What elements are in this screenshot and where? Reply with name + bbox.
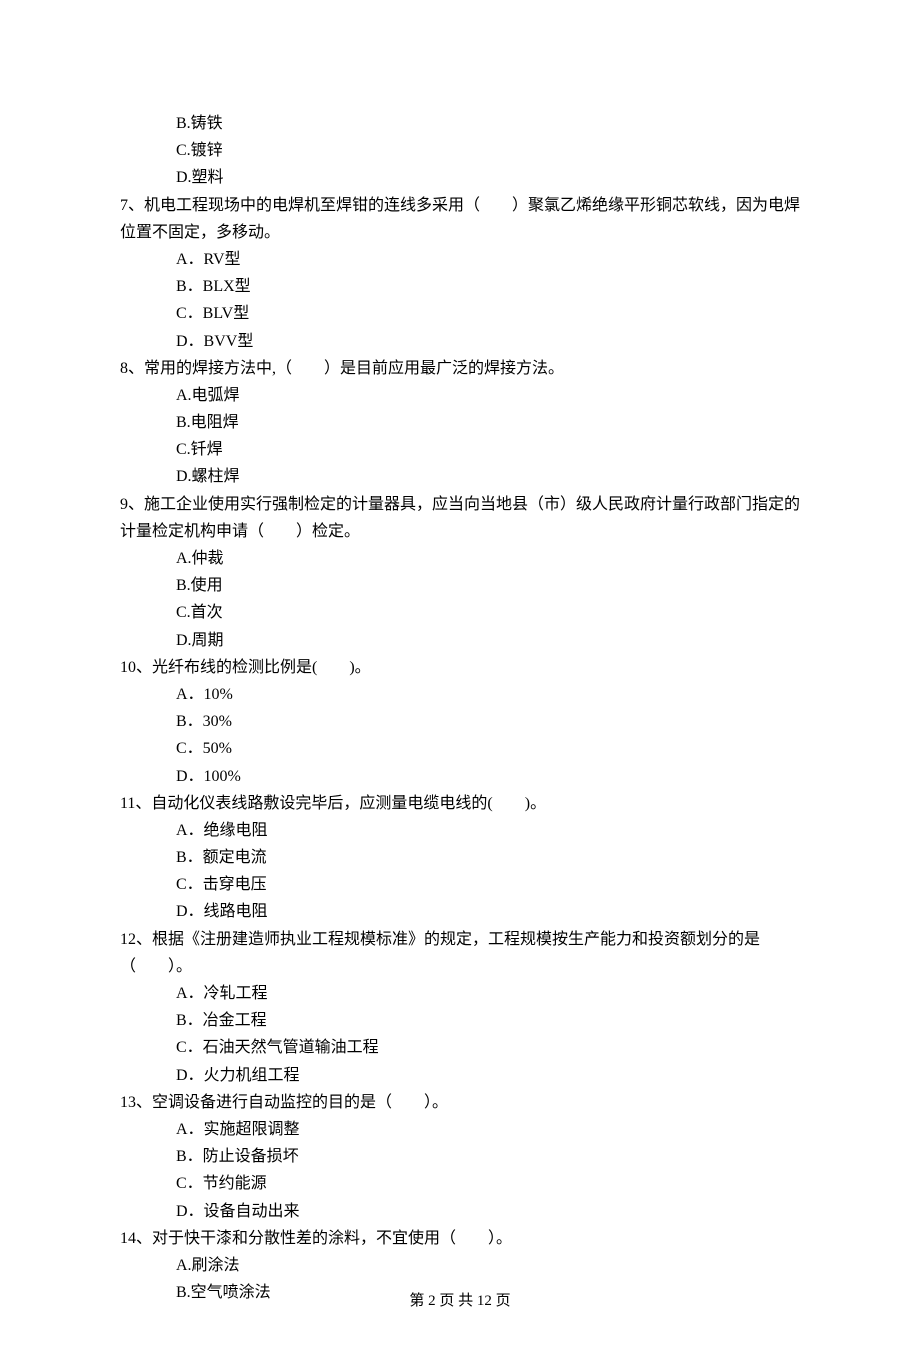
question-8-option-a: A.电弧焊 (120, 382, 800, 409)
question-8-option-b: B.电阻焊 (120, 409, 800, 436)
question-11-option-b: B．额定电流 (120, 844, 800, 871)
question-7-option-c: C．BLV型 (120, 300, 800, 327)
question-7-option-d: D．BVV型 (120, 328, 800, 355)
prev-option-b: B.铸铁 (120, 110, 800, 137)
question-14-stem: 14、对于快干漆和分散性差的涂料，不宜使用（ ）。 (120, 1225, 800, 1252)
question-10-option-c: C．50% (120, 735, 800, 762)
prev-option-d: D.塑料 (120, 164, 800, 191)
question-11-stem: 11、自动化仪表线路敷设完毕后，应测量电缆电线的( )。 (120, 790, 800, 817)
question-13-option-c: C．节约能源 (120, 1170, 800, 1197)
question-14-option-a: A.刷涂法 (120, 1252, 800, 1279)
question-10-option-d: D．100% (120, 763, 800, 790)
prev-option-c: C.镀锌 (120, 137, 800, 164)
question-13-option-a: A．实施超限调整 (120, 1116, 800, 1143)
question-13-option-d: D．设备自动出来 (120, 1198, 800, 1225)
question-9-stem: 9、施工企业使用实行强制检定的计量器具，应当向当地县（市）级人民政府计量行政部门… (120, 491, 800, 545)
question-12-option-b: B．冶金工程 (120, 1007, 800, 1034)
question-11-option-d: D．线路电阻 (120, 898, 800, 925)
question-10-option-b: B．30% (120, 708, 800, 735)
question-9-option-c: C.首次 (120, 599, 800, 626)
question-9-option-b: B.使用 (120, 572, 800, 599)
question-13-option-b: B．防止设备损坏 (120, 1143, 800, 1170)
question-8-option-c: C.钎焊 (120, 436, 800, 463)
question-13-stem: 13、空调设备进行自动监控的目的是（ ）。 (120, 1089, 800, 1116)
question-9-option-d: D.周期 (120, 627, 800, 654)
question-10-option-a: A．10% (120, 681, 800, 708)
question-11-option-a: A．绝缘电阻 (120, 817, 800, 844)
question-7-stem: 7、机电工程现场中的电焊机至焊钳的连线多采用（ ）聚氯乙烯绝缘平形铜芯软线，因为… (120, 192, 800, 246)
question-12-option-c: C．石油天然气管道输油工程 (120, 1034, 800, 1061)
question-12-stem: 12、根据《注册建造师执业工程规模标准》的规定，工程规模按生产能力和投资额划分的… (120, 926, 800, 980)
question-12-option-d: D．火力机组工程 (120, 1062, 800, 1089)
question-8-stem: 8、常用的焊接方法中,（ ）是目前应用最广泛的焊接方法。 (120, 355, 800, 382)
document-page: B.铸铁 C.镀锌 D.塑料 7、机电工程现场中的电焊机至焊钳的连线多采用（ ）… (0, 0, 920, 1346)
question-11-option-c: C．击穿电压 (120, 871, 800, 898)
question-8-option-d: D.螺柱焊 (120, 463, 800, 490)
question-7-option-a: A．RV型 (120, 246, 800, 273)
question-7-option-b: B．BLX型 (120, 273, 800, 300)
question-9-option-a: A.仲裁 (120, 545, 800, 572)
question-10-stem: 10、光纤布线的检测比例是( )。 (120, 654, 800, 681)
question-12-option-a: A．冷轧工程 (120, 980, 800, 1007)
